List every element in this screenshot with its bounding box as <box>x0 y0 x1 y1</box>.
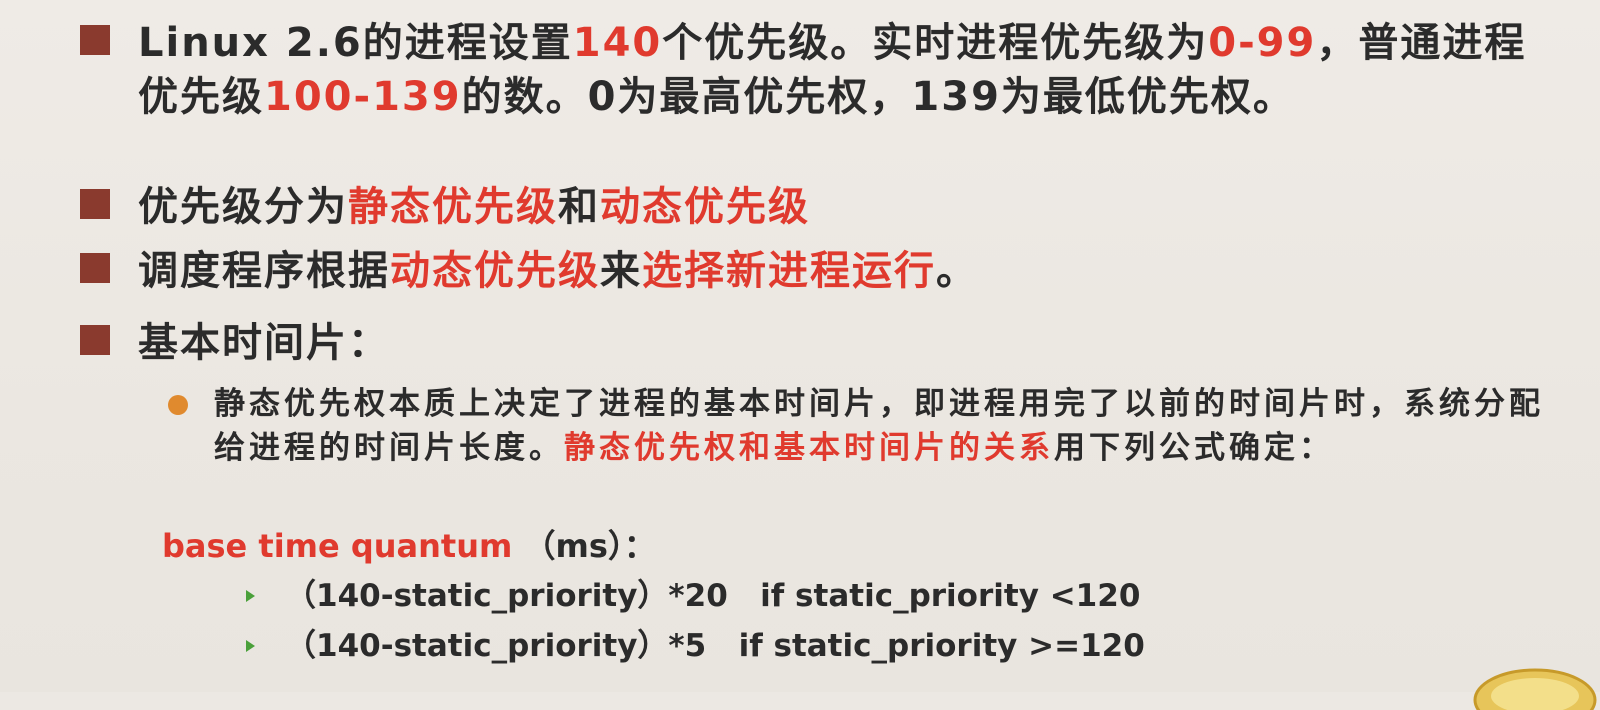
square-bullet-icon <box>80 325 110 355</box>
sub-point-static-priority: 静态优先权本质上决定了进程的基本时间片，即进程用完了以前的时间片时，系统分配给进… <box>168 382 1548 470</box>
highlight-0-99: 0-99 <box>1208 20 1317 66</box>
slide: Linux 2.6的进程设置140个优先级。实时进程优先级为0-99，普通进程优… <box>0 0 1600 710</box>
square-bullet-icon <box>80 189 110 219</box>
bullet-priority-types: 优先级分为静态优先级和动态优先级 <box>80 180 1550 234</box>
highlight-140: 140 <box>572 20 663 66</box>
text-segment: Linux 2.6的进程设置 <box>138 20 573 66</box>
text-segment: 的数。0为最高优先权，139为最低优先权。 <box>461 74 1295 120</box>
formula-heading-term: base time quantum <box>162 527 513 565</box>
decorative-corner-icon <box>1473 668 1597 710</box>
highlight-dynamic-priority: 动态优先级 <box>600 184 810 230</box>
formula-heading: base time quantum （ms）： <box>162 526 656 566</box>
triangle-bullet-icon <box>246 590 255 602</box>
bullet-scheduler: 调度程序根据动态优先级来选择新进程运行。 <box>80 244 1550 298</box>
bullet-text: 优先级分为静态优先级和动态优先级 <box>138 180 810 234</box>
text-segment: 优先级分为 <box>138 184 348 230</box>
bullet-text: 基本时间片： <box>138 320 390 366</box>
bullet-text: 调度程序根据动态优先级来选择新进程运行。 <box>138 244 978 298</box>
bullet-linux-priorities: Linux 2.6的进程设置140个优先级。实时进程优先级为0-99，普通进程优… <box>80 16 1550 124</box>
text-segment: 个优先级。实时进程优先级为 <box>662 20 1209 66</box>
highlight-100-139: 100-139 <box>264 74 462 120</box>
formula-text: （140-static_priority）*5 if static_priori… <box>285 628 1145 664</box>
formula-text: （140-static_priority）*20 if static_prior… <box>285 578 1141 614</box>
text-segment: 和 <box>558 184 600 230</box>
text-segment: 来 <box>600 248 642 294</box>
square-bullet-icon <box>80 25 110 55</box>
round-bullet-icon <box>168 395 188 415</box>
formula-line-1: （140-static_priority）*20 if static_prior… <box>246 576 1140 616</box>
formula-heading-unit: （ms）： <box>523 527 656 565</box>
formula-line-2: （140-static_priority）*5 if static_priori… <box>246 626 1145 666</box>
text-segment: 用下列公式确定： <box>1054 430 1334 466</box>
highlight-relationship: 静态优先权和基本时间片的关系 <box>564 430 1054 466</box>
highlight-static-priority: 静态优先级 <box>348 184 558 230</box>
text-segment: 调度程序根据 <box>138 248 390 294</box>
text-segment: 。 <box>936 248 978 294</box>
bullet-base-time-slice: 基本时间片： <box>80 316 1550 370</box>
square-bullet-icon <box>80 253 110 283</box>
sub-point-text: 静态优先权本质上决定了进程的基本时间片，即进程用完了以前的时间片时，系统分配给进… <box>214 382 1548 470</box>
triangle-bullet-icon <box>246 640 255 652</box>
highlight-select-new-process: 选择新进程运行 <box>642 248 936 294</box>
highlight-dynamic-priority: 动态优先级 <box>390 248 600 294</box>
bullet-text: Linux 2.6的进程设置140个优先级。实时进程优先级为0-99，普通进程优… <box>138 16 1550 124</box>
